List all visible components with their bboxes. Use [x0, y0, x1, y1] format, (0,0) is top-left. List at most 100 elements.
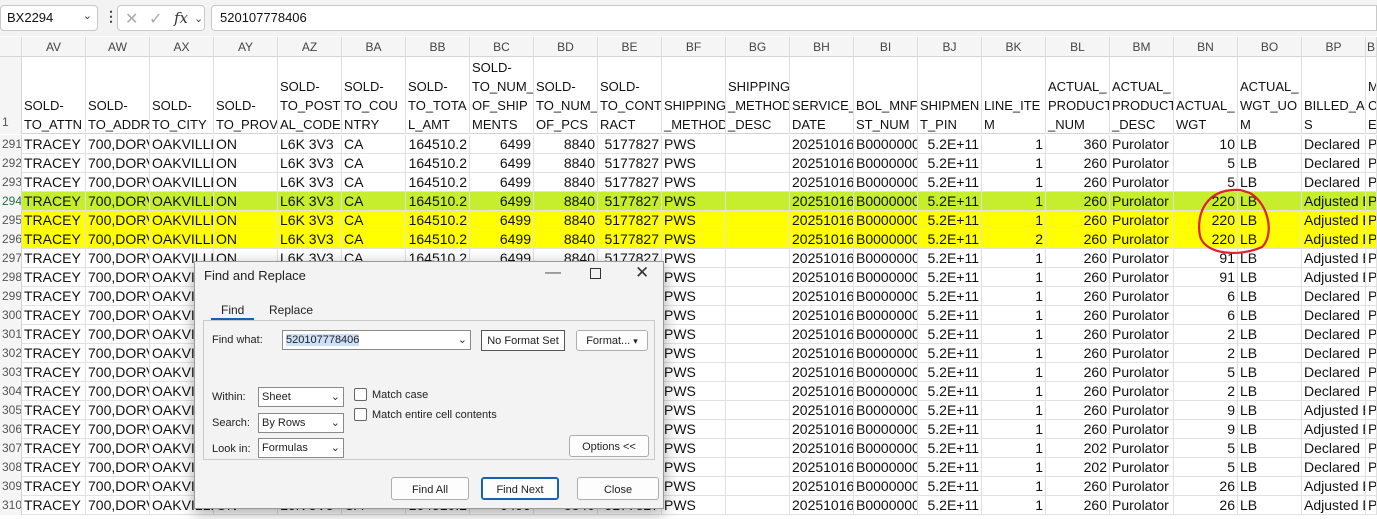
table-cell[interactable]: 5	[1174, 363, 1238, 382]
within-select[interactable]: Sheet ⌄	[258, 387, 344, 407]
table-cell[interactable]: LB	[1238, 287, 1302, 306]
table-cell[interactable]: Purolator	[1110, 135, 1174, 154]
table-cell[interactable]: 20251016	[790, 249, 854, 268]
table-cell[interactable]	[726, 325, 790, 344]
column-header-bn[interactable]: BN	[1174, 37, 1238, 57]
row-number[interactable]: 303	[0, 363, 22, 382]
table-cell[interactable]: Declared E	[1302, 363, 1366, 382]
table-cell[interactable]: ON	[214, 230, 278, 249]
header-cell[interactable]: ACTUAL_ WGT_UO M	[1238, 57, 1302, 134]
table-cell[interactable]: 260	[1046, 154, 1110, 173]
table-cell[interactable]: CA	[342, 211, 406, 230]
table-cell[interactable]: Declared E	[1302, 325, 1366, 344]
header-cell[interactable]: SOLD- TO_CITY	[150, 57, 214, 134]
table-cell[interactable]: Purolator	[1110, 477, 1174, 496]
table-cell[interactable]: 700,DORV	[86, 401, 150, 420]
header-cell[interactable]: SHIPMEN T_PIN	[918, 57, 982, 134]
table-cell[interactable]: TRACEY N/	[22, 420, 86, 439]
table-cell[interactable]: 20251016	[790, 458, 854, 477]
table-cell[interactable]: LB	[1238, 439, 1302, 458]
table-cell[interactable]: B00000000	[854, 173, 918, 192]
table-cell[interactable]: 20251016	[790, 477, 854, 496]
table-cell[interactable]: 164510.2	[406, 135, 470, 154]
table-cell[interactable]: 5.2E+11	[918, 325, 982, 344]
table-cell[interactable]: 164510.2	[406, 192, 470, 211]
table-cell[interactable]: CA	[342, 173, 406, 192]
table-cell[interactable]	[726, 192, 790, 211]
table-cell[interactable]: 5.2E+11	[918, 211, 982, 230]
table-cell[interactable]: 260	[1046, 401, 1110, 420]
table-cell[interactable]: 2	[982, 230, 1046, 249]
table-cell[interactable]: 164510.2	[406, 230, 470, 249]
table-cell[interactable]: 8840	[534, 230, 598, 249]
table-cell[interactable]: TRACEY N/	[22, 268, 86, 287]
table-cell[interactable]: 5.2E+11	[918, 363, 982, 382]
table-cell[interactable]: TRACEY N/	[22, 192, 86, 211]
row-number[interactable]: 292	[0, 154, 22, 173]
table-cell[interactable]: P	[1366, 439, 1377, 458]
table-cell[interactable]: 260	[1046, 230, 1110, 249]
table-cell[interactable]: 5.2E+11	[918, 249, 982, 268]
table-cell[interactable]: 1	[982, 439, 1046, 458]
table-cell[interactable]: Declared E	[1302, 287, 1366, 306]
table-cell[interactable]: PWS	[662, 344, 726, 363]
table-cell[interactable]: 5.2E+11	[918, 458, 982, 477]
table-cell[interactable]: Purolator	[1110, 211, 1174, 230]
table-cell[interactable]: Adjusted E	[1302, 420, 1366, 439]
column-header-bd[interactable]: BD	[534, 37, 598, 57]
table-cell[interactable]: 1	[982, 496, 1046, 515]
table-cell[interactable]: 700,DORV	[86, 477, 150, 496]
table-cell[interactable]: Purolator	[1110, 249, 1174, 268]
table-cell[interactable]: 700,DORV	[86, 439, 150, 458]
table-cell[interactable]: 6499	[470, 135, 534, 154]
table-cell[interactable]: B00000000	[854, 135, 918, 154]
table-cell[interactable]: PWS	[662, 439, 726, 458]
table-cell[interactable]	[726, 154, 790, 173]
header-cell[interactable]: SHIPPING _METHOD	[662, 57, 726, 134]
row-number[interactable]: 310	[0, 496, 22, 515]
table-cell[interactable]: TRACEY N/	[22, 287, 86, 306]
table-cell[interactable]: P	[1366, 173, 1377, 192]
table-cell[interactable]: Declared E	[1302, 344, 1366, 363]
header-cell[interactable]: SOLD- TO_ADDR	[86, 57, 150, 134]
table-cell[interactable]: Declared E	[1302, 439, 1366, 458]
maximize-icon[interactable]	[590, 268, 601, 279]
table-cell[interactable]: B00000000	[854, 192, 918, 211]
table-cell[interactable]: 1	[982, 401, 1046, 420]
table-cell[interactable]: 20251016	[790, 268, 854, 287]
table-cell[interactable]: Purolator	[1110, 382, 1174, 401]
table-cell[interactable]: PWS	[662, 135, 726, 154]
table-cell[interactable]: 260	[1046, 192, 1110, 211]
table-cell[interactable]: B00000000	[854, 268, 918, 287]
table-cell[interactable]: 8840	[534, 173, 598, 192]
table-cell[interactable]: 2	[1174, 325, 1238, 344]
table-cell[interactable]: P	[1366, 401, 1377, 420]
row-number[interactable]: 296	[0, 230, 22, 249]
match-entire-checkbox[interactable]	[354, 408, 367, 421]
table-cell[interactable]: 5	[1174, 458, 1238, 477]
find-next-button[interactable]: Find Next	[481, 477, 559, 500]
table-cell[interactable]: 20251016	[790, 496, 854, 515]
table-cell[interactable]: 5.2E+11	[918, 154, 982, 173]
table-cell[interactable]: 700,DORV	[86, 325, 150, 344]
table-cell[interactable]: 1	[982, 363, 1046, 382]
table-cell[interactable]: 1	[982, 477, 1046, 496]
table-cell[interactable]: P	[1366, 344, 1377, 363]
column-header-bk[interactable]: BK	[982, 37, 1046, 57]
table-cell[interactable]: 6499	[470, 173, 534, 192]
table-cell[interactable]: 360	[1046, 135, 1110, 154]
table-cell[interactable]: Purolator	[1110, 496, 1174, 515]
row-number[interactable]: 309	[0, 477, 22, 496]
table-cell[interactable]: Adjusted E	[1302, 268, 1366, 287]
table-cell[interactable]: 8840	[534, 135, 598, 154]
table-cell[interactable]: Adjusted E	[1302, 230, 1366, 249]
header-cell[interactable]: SOLD- TO_COU NTRY	[342, 57, 406, 134]
table-cell[interactable]: B00000000	[854, 420, 918, 439]
table-cell[interactable]	[726, 230, 790, 249]
table-cell[interactable]: PWS	[662, 211, 726, 230]
table-cell[interactable]: 5.2E+11	[918, 420, 982, 439]
table-cell[interactable]	[726, 458, 790, 477]
table-cell[interactable]	[726, 496, 790, 515]
table-cell[interactable]: ON	[214, 173, 278, 192]
table-cell[interactable]: 5.2E+11	[918, 477, 982, 496]
